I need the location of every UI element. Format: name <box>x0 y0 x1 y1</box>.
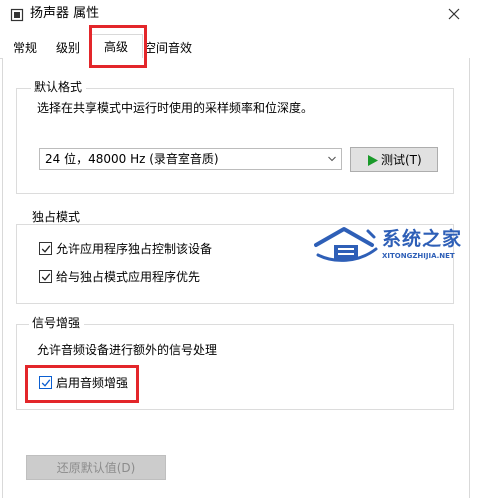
close-button[interactable] <box>435 0 473 28</box>
default-format-group-title: 默认格式 <box>31 80 87 94</box>
close-icon[interactable] <box>448 8 460 20</box>
default-format-description: 选择在共享模式中运行时使用的采样频率和位深度。 <box>37 101 314 115</box>
signal-enhancement-group <box>16 324 454 410</box>
test-button-label: 测试(T) <box>381 153 422 167</box>
checkmark-icon <box>41 245 51 253</box>
speaker-properties-dialog: 扬声器 属性 常规 级别 高级 空间音效 默认格式 选择在共享模式中运行时使用的… <box>0 0 477 498</box>
signal-enhancement-group-title: 信号增强 <box>29 316 85 330</box>
checkmark-icon <box>41 379 51 387</box>
sample-rate-dropdown[interactable]: 24 位，48000 Hz (录音室音质) <box>39 148 342 170</box>
allow-exclusive-control-label[interactable]: 允许应用程序独占控制该设备 <box>56 242 212 256</box>
exclusive-mode-group-title: 独占模式 <box>29 210 85 224</box>
watermark-url: XITONGZHIJIA.NET <box>382 252 455 260</box>
checkmark-icon <box>41 273 51 281</box>
exclusive-priority-label[interactable]: 给与独占模式应用程序优先 <box>56 270 200 284</box>
exclusive-priority-checkbox[interactable] <box>39 270 52 283</box>
title-bar: 扬声器 属性 <box>0 0 477 30</box>
watermark-name: 系统之家 <box>382 228 463 250</box>
restore-defaults-label: 还原默认值(D) <box>56 461 136 475</box>
play-icon <box>368 155 378 166</box>
speaker-icon <box>10 8 24 22</box>
house-logo-icon <box>314 227 378 262</box>
restore-defaults-button[interactable]: 还原默认值(D) <box>26 455 166 480</box>
signal-enhancement-description: 允许音频设备进行额外的信号处理 <box>37 343 218 357</box>
allow-exclusive-control-checkbox[interactable] <box>39 242 52 255</box>
tab-spatial-sound[interactable]: 空间音效 <box>143 38 193 58</box>
tab-advanced[interactable]: 高级 <box>89 34 143 59</box>
window-title: 扬声器 属性 <box>30 6 100 21</box>
tab-general[interactable]: 常规 <box>8 38 42 58</box>
watermark: 系统之家 XITONGZHIJIA.NET <box>314 225 464 265</box>
chevron-down-icon <box>328 156 336 162</box>
sample-rate-value: 24 位，48000 Hz (录音室音质) <box>45 152 219 166</box>
enable-audio-enhancement-checkbox[interactable] <box>39 376 52 389</box>
test-button[interactable]: 测试(T) <box>350 147 438 172</box>
tab-levels[interactable]: 级别 <box>50 38 86 58</box>
enable-audio-enhancement-label[interactable]: 启用音频增强 <box>56 376 128 390</box>
